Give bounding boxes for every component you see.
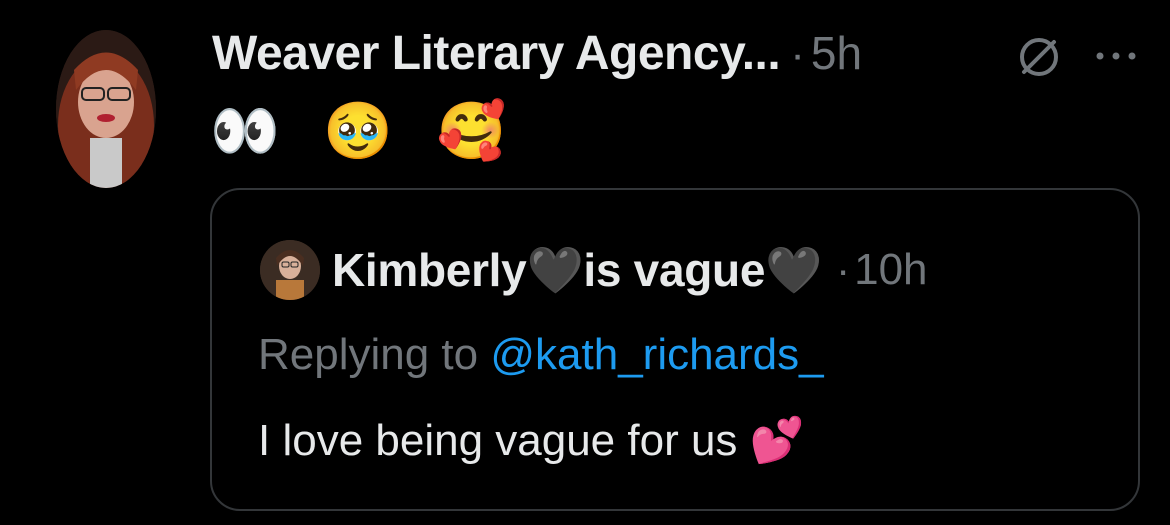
tweet-text: 👀 🥹 🥰 — [210, 99, 521, 162]
quoted-tweet-card[interactable]: Kimberly🖤is vague🖤 · 10h Replying to @ka… — [210, 188, 1140, 511]
author-avatar[interactable] — [56, 30, 156, 188]
quoted-tweet-timestamp[interactable]: 10h — [854, 245, 927, 295]
replying-to-label: Replying to — [258, 330, 491, 379]
header-separator: · — [790, 30, 805, 79]
quoted-header-separator: · — [836, 246, 851, 293]
quoted-author-avatar[interactable] — [260, 240, 320, 300]
no-entry-icon[interactable] — [1012, 30, 1066, 84]
quoted-tweet-text: I love being vague for us 💕 — [258, 416, 805, 465]
replying-to-line: Replying to @kath_richards_ — [258, 330, 824, 380]
quoted-tweet-header: Kimberly🖤is vague🖤 · 10h — [260, 240, 928, 300]
mention-link[interactable]: @kath_richards_ — [490, 330, 823, 379]
quoted-author-name[interactable]: Kimberly🖤is vague🖤 — [332, 243, 822, 298]
tweet[interactable]: Weaver Literary Agency... · 5h 👀 🥹 🥰 Kim… — [0, 0, 1170, 525]
more-icon[interactable] — [1093, 36, 1139, 76]
tweet-header: Weaver Literary Agency... · 5h — [212, 26, 862, 86]
tweet-timestamp[interactable]: 5h — [811, 26, 862, 80]
author-name[interactable]: Weaver Literary Agency... — [212, 26, 781, 81]
